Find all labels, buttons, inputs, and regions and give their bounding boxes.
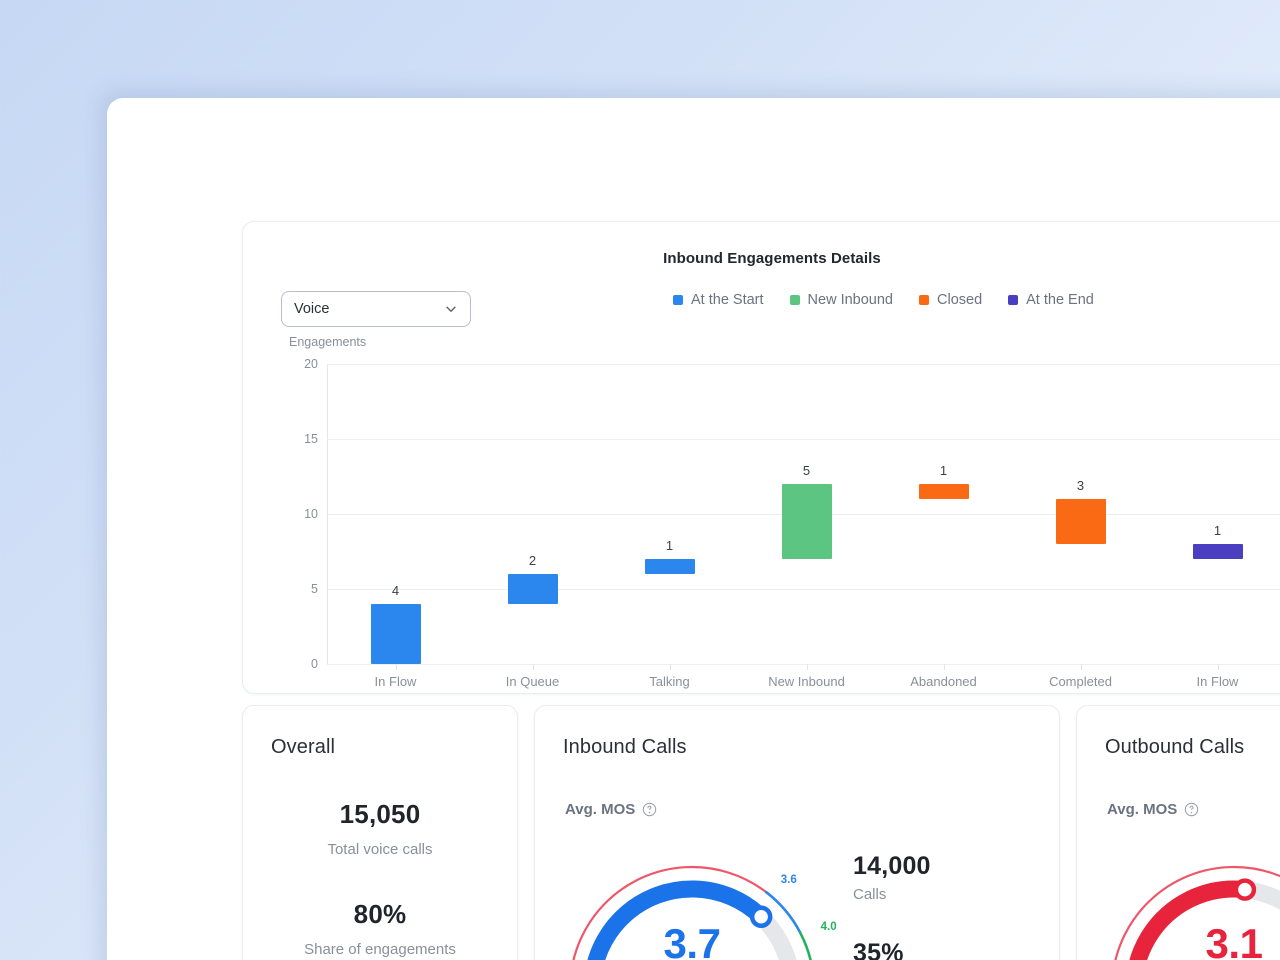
y-axis-title: Engagements bbox=[289, 335, 366, 349]
inbound-mos-label: Avg. MOS bbox=[565, 801, 635, 818]
legend-label: At the End bbox=[1026, 292, 1094, 308]
inbound-engagements-chart-card: Inbound Engagements Details Voice At the… bbox=[242, 221, 1280, 694]
y-axis-tick-label: 0 bbox=[311, 657, 318, 671]
x-axis-tick-mark bbox=[670, 664, 671, 670]
outbound-calls-title: Outbound Calls bbox=[1105, 736, 1244, 759]
outbound-gauge-value: 3.1 bbox=[1099, 920, 1280, 960]
total-voice-calls-label: Total voice calls bbox=[243, 841, 517, 858]
x-axis-tick-label: In Queue bbox=[506, 674, 560, 689]
x-axis-tick-mark bbox=[1081, 664, 1082, 670]
chart-bar[interactable] bbox=[1193, 544, 1243, 559]
x-axis-tick-mark bbox=[807, 664, 808, 670]
inbound-calls-label: Calls bbox=[853, 886, 1009, 903]
inbound-mos-gauge: 1.03.64.05.0 3.7 OK bbox=[557, 834, 827, 960]
legend-swatch-icon bbox=[1008, 295, 1018, 305]
legend-item-new-inbound[interactable]: New Inbound bbox=[790, 292, 893, 308]
chart-bar[interactable] bbox=[645, 559, 695, 574]
y-axis-tick-label: 20 bbox=[304, 357, 318, 371]
chart-bar[interactable] bbox=[371, 604, 421, 664]
bar-value-label: 2 bbox=[529, 553, 536, 568]
y-axis-tick-label: 10 bbox=[304, 507, 318, 521]
legend-label: At the Start bbox=[691, 292, 764, 308]
legend-item-closed[interactable]: Closed bbox=[919, 292, 982, 308]
info-circle-icon[interactable] bbox=[1184, 802, 1199, 817]
chart-bar[interactable] bbox=[1056, 499, 1106, 544]
x-axis-tick-label: In Flow bbox=[375, 674, 417, 689]
outbound-calls-card: Outbound Calls Avg. MOS 1.03.64.05.0 3.1… bbox=[1076, 705, 1280, 960]
overall-card-title: Overall bbox=[271, 736, 335, 759]
legend-label: New Inbound bbox=[808, 292, 893, 308]
gauge-tick-threshold: 3.6 bbox=[781, 874, 797, 886]
bar-value-label: 1 bbox=[940, 463, 947, 478]
inbound-gauge-value: 3.7 bbox=[557, 920, 827, 960]
bar-value-label: 3 bbox=[1077, 478, 1084, 493]
bar-value-label: 1 bbox=[666, 538, 673, 553]
outbound-mos-header: Avg. MOS bbox=[1107, 801, 1199, 818]
x-axis-tick-mark bbox=[396, 664, 397, 670]
inbound-bad-calls-value: 35% bbox=[853, 939, 1009, 960]
x-axis-tick-mark bbox=[944, 664, 945, 670]
total-voice-calls-value: 15,050 bbox=[243, 799, 517, 830]
gridline bbox=[327, 439, 1280, 440]
y-axis-tick-label: 5 bbox=[311, 582, 318, 596]
chart-bar[interactable] bbox=[782, 484, 832, 559]
share-of-engagements-label: Share of engagements bbox=[243, 941, 517, 958]
x-axis-tick-label: Abandoned bbox=[910, 674, 977, 689]
app-window: Inbound Engagements Details Voice At the… bbox=[107, 98, 1280, 960]
overall-card: Overall 15,050 Total voice calls 80% Sha… bbox=[242, 705, 518, 960]
gridline bbox=[327, 364, 1280, 365]
inbound-calls-card: Inbound Calls Avg. MOS 1.03.64.05.0 3.7 … bbox=[534, 705, 1060, 960]
x-axis-tick-mark bbox=[533, 664, 534, 670]
chart-title: Inbound Engagements Details bbox=[243, 250, 1280, 267]
gridline bbox=[327, 664, 1280, 665]
channel-select-value: Voice bbox=[294, 301, 444, 317]
channel-select[interactable]: Voice bbox=[281, 291, 471, 327]
chart-legend: At the Start New Inbound Closed At the End bbox=[673, 292, 1094, 308]
inbound-calls-title: Inbound Calls bbox=[563, 736, 687, 759]
chart-bar[interactable] bbox=[508, 574, 558, 604]
bar-value-label: 1 bbox=[1214, 523, 1221, 538]
bar-value-label: 5 bbox=[803, 463, 810, 478]
y-axis-tick-label: 15 bbox=[304, 432, 318, 446]
x-axis-tick-label: Talking bbox=[649, 674, 689, 689]
x-axis-tick-mark bbox=[1218, 664, 1219, 670]
legend-swatch-icon bbox=[673, 295, 683, 305]
chevron-down-icon bbox=[444, 302, 458, 316]
gridline bbox=[327, 589, 1280, 590]
legend-item-at-the-end[interactable]: At the End bbox=[1008, 292, 1094, 308]
x-axis-tick-label: In Flow bbox=[1197, 674, 1239, 689]
share-of-engagements-value: 80% bbox=[243, 899, 517, 930]
bar-value-label: 4 bbox=[392, 583, 399, 598]
outbound-mos-label: Avg. MOS bbox=[1107, 801, 1177, 818]
inbound-side-stats: 14,000 Calls 35% Bad calls Drill In bbox=[853, 852, 1009, 960]
outbound-mos-gauge: 1.03.64.05.0 3.1 Bad bbox=[1099, 834, 1280, 960]
legend-swatch-icon bbox=[790, 295, 800, 305]
inbound-calls-value: 14,000 bbox=[853, 852, 1009, 881]
info-circle-icon[interactable] bbox=[642, 802, 657, 817]
inbound-mos-header: Avg. MOS bbox=[565, 801, 657, 818]
x-axis-tick-label: New Inbound bbox=[768, 674, 845, 689]
legend-label: Closed bbox=[937, 292, 982, 308]
x-axis-tick-label: Completed bbox=[1049, 674, 1112, 689]
gauge-knob bbox=[1236, 881, 1254, 899]
chart-bar[interactable] bbox=[919, 484, 969, 499]
legend-item-at-the-start[interactable]: At the Start bbox=[673, 292, 764, 308]
chart-plot-area: 051015204In Flow2In Queue1Talking5New In… bbox=[327, 364, 1280, 664]
legend-swatch-icon bbox=[919, 295, 929, 305]
